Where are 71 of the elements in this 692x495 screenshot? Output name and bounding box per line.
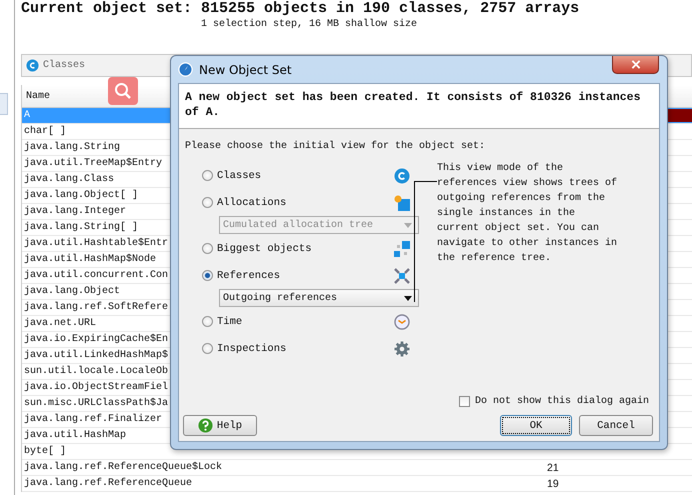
dialog-title: New Object Set xyxy=(199,62,292,76)
class-name: java.lang.Object xyxy=(23,286,120,297)
side-tab[interactable] xyxy=(0,93,8,115)
class-name: java.lang.Class xyxy=(23,174,114,185)
class-name: java.lang.ref.ReferenceQueue xyxy=(23,478,192,489)
object-set-summary: 1 selection step, 16 MB shallow size xyxy=(201,19,418,32)
search-button[interactable] xyxy=(108,77,138,105)
instance-count: 19 xyxy=(547,478,559,490)
radio-button[interactable] xyxy=(202,170,213,181)
view-description: This view mode of the references view shows trees of outgoing references from the single instances in the current object set. You can navigate to other instances in the reference tree. xyxy=(437,162,618,266)
view-option-label[interactable]: Biggest objects xyxy=(217,242,394,254)
cancel-button[interactable]: Cancel xyxy=(579,415,653,436)
class-name: java.io.ObjectStreamFiel xyxy=(23,382,168,393)
class-name: sun.util.locale.LocaleOb xyxy=(23,366,168,377)
class-name: java.net.URL xyxy=(23,318,96,329)
help-icon xyxy=(198,418,213,433)
class-name: byte[ ] xyxy=(23,446,66,457)
class-name: java.util.HashMap$Node xyxy=(23,254,156,265)
class-name: java.lang.ref.ReferenceQueue$Lock xyxy=(23,462,222,473)
radio-button[interactable] xyxy=(202,270,213,281)
blocks-icon xyxy=(394,240,410,256)
class-name: char[ ] xyxy=(23,126,66,137)
checkbox-label[interactable]: Do not show this dialog again xyxy=(474,396,649,407)
view-option-label[interactable]: Time xyxy=(217,316,394,328)
radio-button[interactable] xyxy=(202,343,213,354)
table-row[interactable]: java.lang.ref.ReferenceQueue 19 xyxy=(22,476,692,492)
class-name: A xyxy=(23,110,30,121)
class-name: java.lang.String[ ] xyxy=(23,222,138,233)
class-name: java.util.TreeMap$Entry xyxy=(23,158,162,169)
close-icon xyxy=(630,60,640,69)
view-option-label[interactable]: Classes xyxy=(217,170,394,182)
class-name: java.lang.Integer xyxy=(23,206,126,217)
view-option-label[interactable]: Inspections xyxy=(217,342,394,354)
close-button[interactable] xyxy=(612,56,659,74)
checkbox[interactable] xyxy=(458,396,470,407)
class-name: java.lang.Object[ ] xyxy=(23,190,138,201)
view-dropdown[interactable]: Outgoing references xyxy=(219,289,419,307)
allocation-icon xyxy=(394,194,410,210)
radio-button[interactable] xyxy=(202,197,213,208)
size-bar xyxy=(668,109,692,122)
dialog-message: A new object set has been created. It consists of 810326 instances of A. xyxy=(179,84,659,129)
compass-icon xyxy=(178,62,193,77)
table-row[interactable]: java.lang.ref.ReferenceQueue$Lock 21 xyxy=(22,460,692,476)
caret-icon xyxy=(404,296,412,300)
radio-button[interactable] xyxy=(202,243,213,254)
class-name: java.util.LinkedHashMap$ xyxy=(23,350,168,361)
settings-icon xyxy=(394,340,410,356)
caret-icon xyxy=(404,222,412,228)
view-option-label[interactable]: Allocations xyxy=(217,196,394,208)
column-header[interactable]: Name xyxy=(22,90,50,102)
class-name: java.io.ExpiringCache$En xyxy=(23,334,168,345)
class-icon xyxy=(26,59,39,72)
class-icon xyxy=(394,168,410,184)
class-name: java.lang.String xyxy=(23,142,120,153)
class-name: java.lang.ref.SoftRefere xyxy=(23,302,168,313)
dialog-prompt: Please choose the initial view for the object set: xyxy=(185,141,486,152)
class-name: java.util.Hashtable$Entr xyxy=(23,238,168,249)
help-button[interactable]: Help xyxy=(183,415,257,436)
view-tab[interactable]: Classes xyxy=(26,59,86,72)
instance-count: 21 xyxy=(547,462,559,474)
class-name: sun.misc.URLClassPath$Ja xyxy=(23,398,168,409)
class-name: java.util.HashMap xyxy=(23,430,126,441)
class-name: java.lang.ref.Finalizer xyxy=(23,414,162,425)
references-icon xyxy=(394,268,410,284)
ok-button[interactable]: OK xyxy=(500,415,572,436)
search-icon xyxy=(113,81,133,101)
class-name: java.util.concurrent.Con xyxy=(23,270,168,281)
view-option-label[interactable]: References xyxy=(217,270,394,282)
radio-button[interactable] xyxy=(202,316,213,327)
clock-icon xyxy=(394,314,410,330)
object-set-heading: Current object set: 815255 objects in 190 classes, 2757 arrays xyxy=(21,0,580,17)
